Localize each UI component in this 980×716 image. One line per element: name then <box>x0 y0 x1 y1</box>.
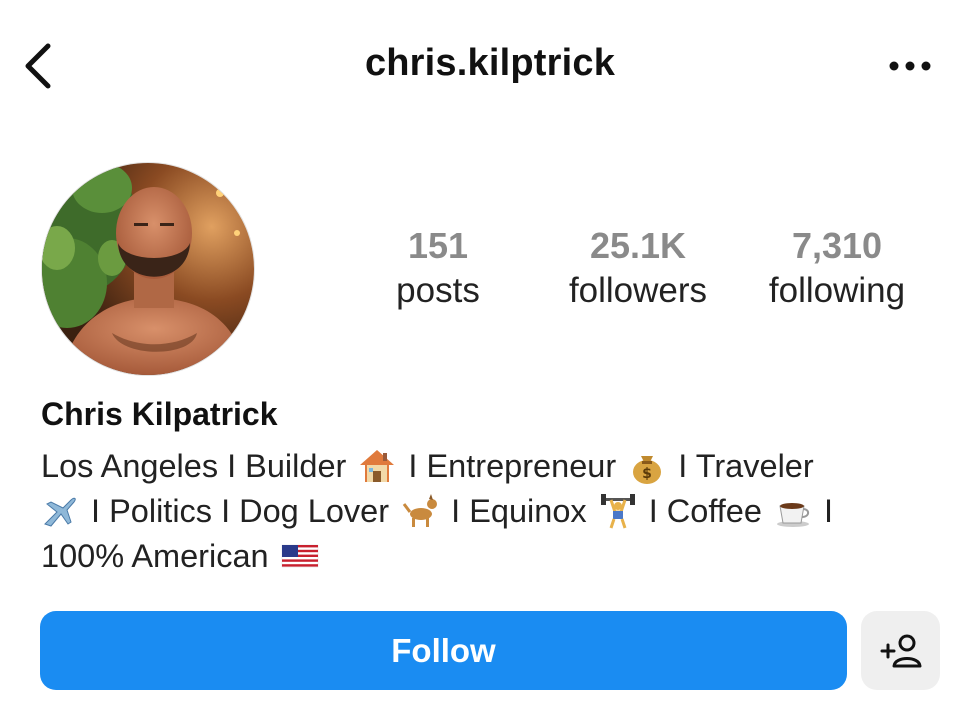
bio-line-2: I Politics I Dog Lover I Equinox I Coffe… <box>41 489 941 534</box>
bio-text: I Traveler <box>678 448 814 484</box>
weightlifter-icon <box>600 494 635 529</box>
money-bag-icon: $ <box>633 456 662 484</box>
bio-line-1: Los Angeles I Builder I Entrepreneur $ I… <box>41 444 941 489</box>
coffee-icon <box>776 503 810 527</box>
airplane-icon <box>44 497 76 527</box>
add-person-icon <box>880 634 922 668</box>
bio-text: I Equinox <box>451 493 587 529</box>
profile-bio: Los Angeles I Builder I Entrepreneur $ I… <box>41 444 941 579</box>
profile-photo <box>42 163 254 375</box>
dog-icon <box>402 494 438 527</box>
bio-text: I Entrepreneur <box>408 448 617 484</box>
stat-following[interactable]: 7,310 following <box>737 224 937 314</box>
bio-text: 100% American <box>41 538 269 574</box>
house-icon <box>360 450 395 482</box>
bio-text: I <box>824 493 834 529</box>
us-flag-icon <box>281 544 318 568</box>
profile-display-name: Chris Kilpatrick <box>41 396 278 432</box>
bio-text: I Politics I Dog Lover <box>91 493 390 529</box>
stat-followers[interactable]: 25.1K followers <box>538 224 738 314</box>
more-horizontal-icon <box>889 61 931 71</box>
posts-count: 151 <box>407 225 469 266</box>
suggested-accounts-button[interactable] <box>861 611 940 690</box>
svg-text:$: $ <box>642 466 652 482</box>
following-label: following <box>768 271 906 310</box>
posts-label: posts <box>396 271 480 310</box>
top-nav-bar: chris.kilptrick <box>0 0 980 130</box>
profile-username-title: chris.kilptrick <box>364 42 616 84</box>
followers-count: 25.1K <box>589 225 687 266</box>
more-options-button[interactable] <box>884 52 936 80</box>
stat-posts[interactable]: 151 posts <box>338 224 538 314</box>
bio-text: I Coffee <box>648 493 762 529</box>
profile-avatar[interactable] <box>42 163 254 375</box>
follow-button[interactable]: Follow <box>40 611 847 690</box>
following-count: 7,310 <box>791 225 883 266</box>
followers-label: followers <box>568 271 708 310</box>
bio-line-3: 100% American <box>41 534 941 579</box>
bio-text: Los Angeles I Builder <box>41 448 347 484</box>
